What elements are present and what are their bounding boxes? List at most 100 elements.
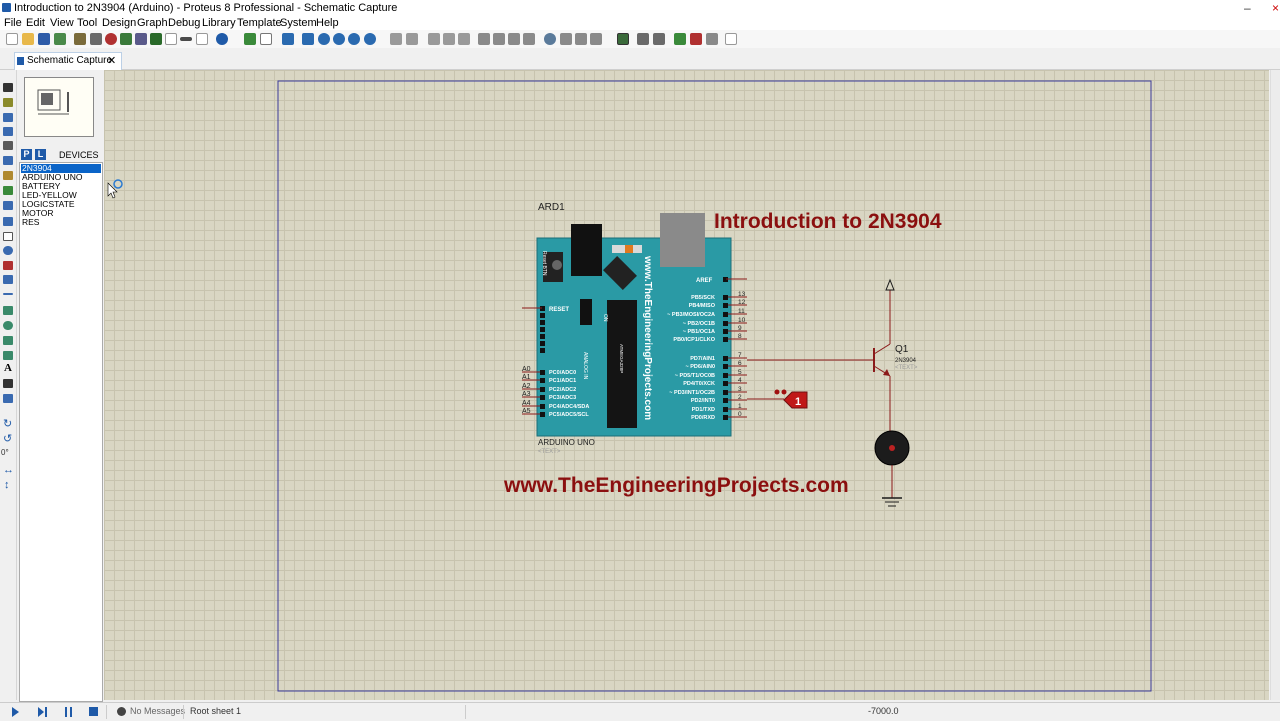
decompose-icon[interactable] [590, 33, 602, 45]
vertical-scrollbar[interactable] [1270, 70, 1280, 700]
menu-library[interactable]: Library [202, 17, 236, 29]
generator-icon[interactable] [3, 246, 13, 255]
new-sheet-icon[interactable] [674, 33, 686, 45]
arc-icon[interactable] [3, 336, 13, 345]
stop-icon[interactable] [89, 707, 98, 716]
paste-icon[interactable] [458, 33, 470, 45]
subcircuit-icon[interactable] [3, 171, 13, 180]
motor-component[interactable] [874, 430, 910, 498]
schematic-icon[interactable] [90, 33, 102, 45]
save-icon[interactable] [38, 33, 50, 45]
close-button[interactable]: × [1272, 1, 1279, 15]
status-messages[interactable]: No Messages [130, 706, 185, 716]
undo-icon[interactable] [390, 33, 402, 45]
buses-icon[interactable] [3, 156, 13, 165]
graph-icon[interactable] [3, 217, 13, 226]
step-icon[interactable] [38, 707, 44, 717]
remove-sheet-icon[interactable] [690, 33, 702, 45]
menu-graph[interactable]: Graph [137, 17, 168, 29]
pick-device-icon[interactable] [544, 33, 556, 45]
symbol-icon[interactable] [3, 379, 13, 388]
zoom-in-icon[interactable] [318, 33, 330, 45]
home-icon[interactable] [74, 33, 86, 45]
wire-label-icon[interactable] [3, 127, 13, 136]
menu-view[interactable]: View [50, 17, 74, 29]
zoom-area-icon[interactable] [364, 33, 376, 45]
make-device-icon[interactable] [560, 33, 572, 45]
mirror-vertical-icon[interactable]: ↕ [4, 479, 10, 491]
block-copy-icon[interactable] [478, 33, 490, 45]
tape-icon[interactable] [3, 232, 13, 241]
pcb-icon[interactable] [105, 33, 117, 45]
notes-icon[interactable] [165, 33, 177, 45]
open-folder-icon[interactable] [22, 33, 34, 45]
junction-dot-icon[interactable] [3, 113, 13, 122]
device-res[interactable]: RES [21, 218, 101, 227]
rotate-ccw-icon[interactable]: ↺ [3, 432, 12, 445]
zoom-out-icon[interactable] [333, 33, 345, 45]
library-manager-button[interactable]: L [35, 149, 46, 160]
ground-icon[interactable] [882, 497, 902, 507]
path-icon[interactable] [3, 351, 13, 360]
marker-icon[interactable] [3, 394, 13, 403]
circle-icon[interactable] [3, 321, 13, 330]
play-icon[interactable] [12, 707, 19, 717]
menu-tool[interactable]: Tool [77, 17, 97, 29]
close-tab-icon[interactable]: ✕ [107, 54, 116, 67]
schematic-canvas[interactable]: Introduction to 2N3904 www.TheEngineerin… [104, 70, 1269, 700]
3d-icon[interactable] [135, 33, 147, 45]
probe-icon[interactable] [3, 261, 13, 270]
block-move-icon[interactable] [493, 33, 505, 45]
pick-devices-button[interactable]: P [21, 149, 32, 160]
source-icon[interactable] [196, 33, 208, 45]
power-terminal[interactable] [885, 278, 895, 291]
transistor-q1[interactable] [864, 290, 891, 432]
bom-icon[interactable] [150, 33, 162, 45]
rotate-cw-icon[interactable]: ↻ [3, 417, 12, 430]
pan-icon[interactable] [302, 33, 314, 45]
property-assign-icon[interactable] [653, 33, 665, 45]
zoom-all-icon[interactable] [348, 33, 360, 45]
origin-icon[interactable] [282, 33, 294, 45]
overview-window[interactable] [24, 77, 94, 137]
menu-debug[interactable]: Debug [168, 17, 200, 29]
selection-mode-icon[interactable] [3, 83, 13, 92]
refresh-icon[interactable] [244, 33, 256, 45]
menu-system[interactable]: System [280, 17, 317, 29]
import-icon[interactable] [54, 33, 66, 45]
tab-schematic-capture[interactable]: Schematic Capture ✕ [14, 52, 122, 70]
box-icon[interactable] [3, 306, 13, 315]
menu-design[interactable]: Design [102, 17, 136, 29]
text-script-icon[interactable] [3, 141, 13, 150]
copy-icon[interactable] [443, 33, 455, 45]
packaging-icon[interactable] [575, 33, 587, 45]
menu-edit[interactable]: Edit [26, 17, 45, 29]
menu-file[interactable]: File [4, 17, 22, 29]
menu-template[interactable]: Template [237, 17, 282, 29]
text-icon[interactable]: A [4, 362, 12, 374]
design-explorer-icon[interactable] [180, 37, 192, 41]
mirror-horizontal-icon[interactable]: ↔ [3, 464, 14, 476]
component-mode-icon[interactable] [3, 98, 13, 107]
netlist-icon[interactable] [725, 33, 737, 45]
menu-help[interactable]: Help [316, 17, 339, 29]
terminals-icon[interactable] [3, 186, 13, 195]
block-rotate-icon[interactable] [508, 33, 520, 45]
rotation-angle[interactable]: 0° [1, 448, 9, 457]
wire-autorouter-icon[interactable] [617, 33, 629, 45]
instruments-icon[interactable] [3, 275, 13, 284]
grid-icon[interactable] [260, 33, 272, 45]
pause-icon[interactable] [65, 707, 67, 717]
search-tag-icon[interactable] [637, 33, 649, 45]
cut-icon[interactable] [428, 33, 440, 45]
pin-icon[interactable] [3, 201, 13, 210]
exit-to-parent-icon[interactable] [706, 33, 718, 45]
block-delete-icon[interactable] [523, 33, 535, 45]
gerber-icon[interactable] [120, 33, 132, 45]
minimize-button[interactable]: – [1244, 1, 1251, 15]
line-icon[interactable] [3, 293, 13, 295]
redo-icon[interactable] [406, 33, 418, 45]
arduino-uno-board[interactable]: ATMEGA328P ON Reset BTN ANALOG IN www.Th… [536, 213, 732, 437]
new-file-icon[interactable] [6, 33, 18, 45]
help-icon[interactable] [216, 33, 228, 45]
